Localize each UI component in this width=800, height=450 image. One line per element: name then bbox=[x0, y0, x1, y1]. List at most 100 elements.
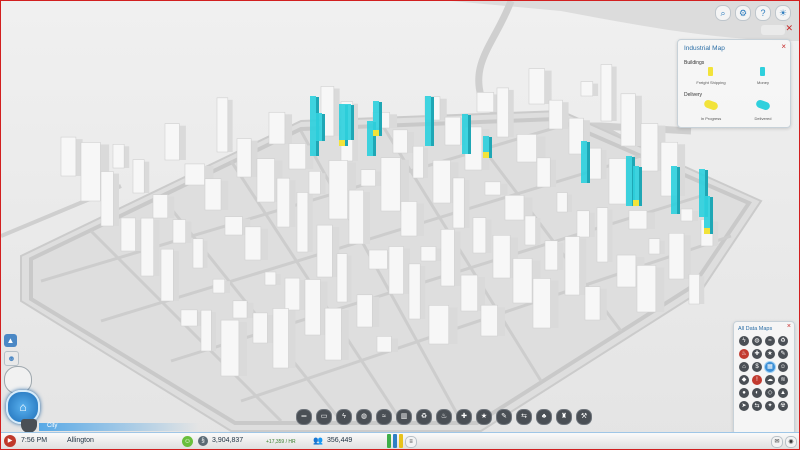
delivered-truck-icon bbox=[755, 98, 771, 112]
building bbox=[232, 300, 254, 319]
education-icon[interactable]: ✎ bbox=[778, 349, 788, 359]
pollution-icon[interactable]: ☁ bbox=[765, 375, 775, 385]
building bbox=[212, 278, 230, 294]
building bbox=[252, 312, 274, 344]
building bbox=[412, 145, 429, 179]
building bbox=[172, 219, 192, 244]
buildings-section-label: Buildings bbox=[684, 60, 705, 66]
health-icon[interactable]: ✚ bbox=[456, 409, 472, 425]
ore-icon[interactable]: ◇ bbox=[765, 388, 775, 398]
sewage-icon[interactable]: ≈ bbox=[376, 409, 392, 425]
police-icon[interactable]: ★ bbox=[476, 409, 492, 425]
money-column bbox=[704, 196, 713, 234]
building bbox=[60, 136, 83, 177]
close-icon[interactable]: × bbox=[781, 42, 786, 51]
building bbox=[348, 189, 371, 245]
building bbox=[132, 159, 150, 194]
game-time: 7:56 PM bbox=[21, 437, 48, 444]
residential-icon[interactable]: ⌂ bbox=[739, 362, 749, 372]
rci-industrial-bar[interactable] bbox=[399, 434, 403, 448]
specialization-icon[interactable]: ⚒ bbox=[576, 409, 592, 425]
top-right-chip[interactable] bbox=[761, 25, 785, 35]
region-icon[interactable]: ◉ bbox=[785, 436, 797, 448]
building bbox=[164, 123, 186, 161]
money-column bbox=[671, 166, 680, 214]
raw-icon[interactable]: ▲ bbox=[778, 388, 788, 398]
money-column bbox=[581, 141, 590, 183]
industrial-map-title: Industrial Map bbox=[684, 45, 725, 52]
water-icon[interactable]: ◍ bbox=[356, 409, 372, 425]
oil-icon[interactable]: ◐ bbox=[752, 388, 762, 398]
building bbox=[584, 286, 607, 321]
parks-icon[interactable]: ♣ bbox=[536, 409, 552, 425]
rci-commercial-bar[interactable] bbox=[393, 434, 397, 448]
building bbox=[628, 210, 655, 230]
rci-residential-bar[interactable] bbox=[387, 434, 391, 448]
data-map-grid: ϟ ◍ ≈ ♻ ♨ ✚ ★ ✎ ⌂ $ ▦ ☺ ◆! ☁ ≋ ● ◐ ◇ ▲ ➤ ⇆ ✦ ☢ bbox=[739, 336, 788, 411]
tourism-icon[interactable]: ✦ bbox=[765, 401, 775, 411]
building bbox=[288, 143, 314, 170]
help-icon[interactable]: ? bbox=[755, 5, 771, 21]
building bbox=[308, 170, 326, 195]
roads-icon[interactable]: ═ bbox=[296, 409, 312, 425]
building bbox=[528, 68, 552, 105]
legend-money: Money bbox=[756, 80, 769, 85]
search-icon[interactable]: ⌕ bbox=[715, 5, 731, 21]
close-icon[interactable]: × bbox=[787, 323, 791, 330]
transit-icon[interactable]: ⇆ bbox=[752, 401, 762, 411]
happiness-icon[interactable]: ☺ bbox=[182, 436, 193, 447]
city-name[interactable]: Allington bbox=[67, 437, 94, 444]
building bbox=[588, 147, 607, 180]
building bbox=[284, 277, 307, 311]
land-value-icon[interactable]: ◆ bbox=[739, 375, 749, 385]
building bbox=[216, 97, 233, 153]
money-column bbox=[633, 166, 642, 206]
city-funds[interactable]: 3,904,837 bbox=[212, 437, 243, 444]
government-icon[interactable]: ▥ bbox=[396, 409, 412, 425]
power-icon[interactable]: ϟ bbox=[336, 409, 352, 425]
industrial-icon[interactable]: ▦ bbox=[765, 362, 775, 372]
health-icon[interactable]: ✚ bbox=[752, 349, 762, 359]
education-icon[interactable]: ✎ bbox=[496, 409, 512, 425]
fire-icon[interactable]: ♨ bbox=[436, 409, 452, 425]
commercial-icon[interactable]: $ bbox=[752, 362, 762, 372]
building bbox=[600, 64, 617, 122]
police-icon[interactable]: ★ bbox=[765, 349, 775, 359]
transit-icon[interactable]: ⇆ bbox=[516, 409, 532, 425]
power-icon[interactable]: ϟ bbox=[739, 336, 749, 346]
simoleon-icon: § bbox=[198, 436, 208, 446]
crime-icon[interactable]: ! bbox=[752, 375, 762, 385]
water-icon[interactable]: ◍ bbox=[752, 336, 762, 346]
play-speed-icon[interactable]: ▶ bbox=[4, 435, 16, 447]
building bbox=[648, 238, 665, 255]
building bbox=[496, 87, 514, 138]
zones-icon[interactable]: ▭ bbox=[316, 409, 332, 425]
garbage-icon[interactable]: ♻ bbox=[416, 409, 432, 425]
all-data-maps-title: All Data Maps bbox=[738, 326, 773, 332]
coal-icon[interactable]: ● bbox=[739, 388, 749, 398]
city-population[interactable]: 356,449 bbox=[327, 437, 352, 444]
sun-icon[interactable]: ☀ bbox=[775, 5, 791, 21]
building bbox=[668, 232, 691, 280]
building bbox=[304, 279, 328, 336]
wind-icon[interactable]: ≋ bbox=[778, 375, 788, 385]
building bbox=[480, 304, 505, 337]
city-tab[interactable]: City bbox=[39, 423, 199, 431]
industrial-map-panel: Industrial Map × Buildings Freight Shipp… bbox=[677, 39, 791, 128]
sewage-icon[interactable]: ≈ bbox=[765, 336, 775, 346]
radiation-icon[interactable]: ☢ bbox=[778, 401, 788, 411]
happiness-icon[interactable]: ☺ bbox=[778, 362, 788, 372]
fire-icon[interactable]: ♨ bbox=[739, 349, 749, 359]
traffic-icon[interactable]: ➤ bbox=[739, 401, 749, 411]
top-right-chip-close-icon[interactable]: ✕ bbox=[785, 23, 793, 34]
landmark-icon[interactable]: ♜ bbox=[556, 409, 572, 425]
settings-icon[interactable]: ⚙ bbox=[735, 5, 751, 21]
building bbox=[580, 81, 599, 97]
rci-menu-icon[interactable]: ≡ bbox=[405, 436, 417, 448]
left-info-button[interactable]: ▲ bbox=[4, 334, 17, 347]
building bbox=[112, 143, 130, 169]
chat-icon[interactable]: ✉ bbox=[771, 436, 783, 448]
garbage-icon[interactable]: ♻ bbox=[778, 336, 788, 346]
left-person-button[interactable]: ☻ bbox=[4, 351, 19, 366]
hourly-income: +17,359 / HR bbox=[266, 439, 296, 445]
